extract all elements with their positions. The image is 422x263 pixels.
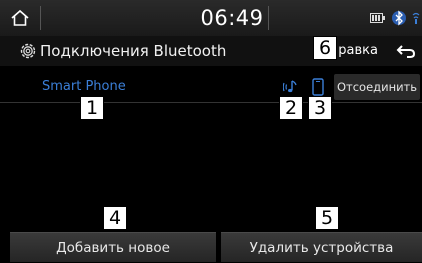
status-icons [370,9,420,27]
home-button[interactable] [0,0,40,36]
signal-icon [412,12,420,24]
clock: 06:49 [200,6,264,30]
delete-devices-button[interactable]: Удалить устройства [221,232,422,262]
back-button[interactable] [390,36,422,66]
status-divider [40,6,41,30]
device-list-item[interactable]: Smart Phone Отсоединить [0,72,422,103]
bluetooth-status-icon [392,10,406,26]
bottom-button-bar: Добавить новое Удалить устройства [0,232,422,262]
callout-1: 1 [80,96,104,120]
callout-5: 5 [315,206,339,230]
phone-icon [312,78,324,96]
back-arrow-icon [396,45,416,58]
disconnect-button[interactable]: Отсоединить [334,74,420,100]
add-new-button[interactable]: Добавить новое [10,232,216,262]
status-divider [268,6,269,30]
callout-3: 3 [308,96,332,120]
callout-2: 2 [279,96,303,120]
callout-6: 6 [313,36,337,60]
callout-4: 4 [103,206,127,230]
home-icon [11,9,29,26]
status-bar: 06:49 [0,0,422,36]
page-title: Подключения Bluetooth [40,42,227,60]
settings-gear-icon [20,43,36,59]
bluetooth-audio-icon [283,80,297,93]
title-bar: Подключения Bluetooth равка [0,36,422,66]
media-icon [370,13,385,23]
